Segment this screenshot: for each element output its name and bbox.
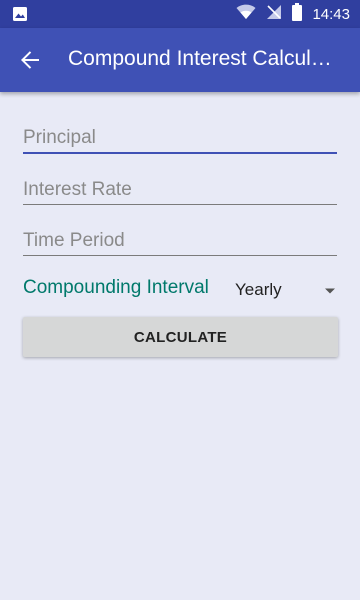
interest-rate-input[interactable] [23,169,337,205]
image-icon [12,6,28,27]
time-period-field-wrapper [23,220,337,256]
battery-icon [292,2,303,26]
page-title: Compound Interest Calculator [68,47,338,70]
app-bar: Compound Interest Calculator [0,28,360,92]
status-bar: 14:43 [0,0,360,28]
time-period-input[interactable] [23,220,337,256]
calculate-button[interactable]: CALCULATE [23,317,338,357]
arrow-back-icon[interactable] [16,46,44,74]
wifi-icon [236,4,256,25]
principal-input[interactable] [23,118,337,154]
compounding-interval-label: Compounding Interval [23,277,209,298]
dropdown-arrow-icon [324,282,336,300]
compounding-interval-value: Yearly [235,280,282,299]
no-signal-icon [266,4,282,25]
principal-field-wrapper [23,118,337,154]
interest-rate-field-wrapper [23,169,337,205]
compounding-interval-dropdown[interactable]: Yearly [230,272,340,306]
status-time: 14:43 [312,5,350,23]
